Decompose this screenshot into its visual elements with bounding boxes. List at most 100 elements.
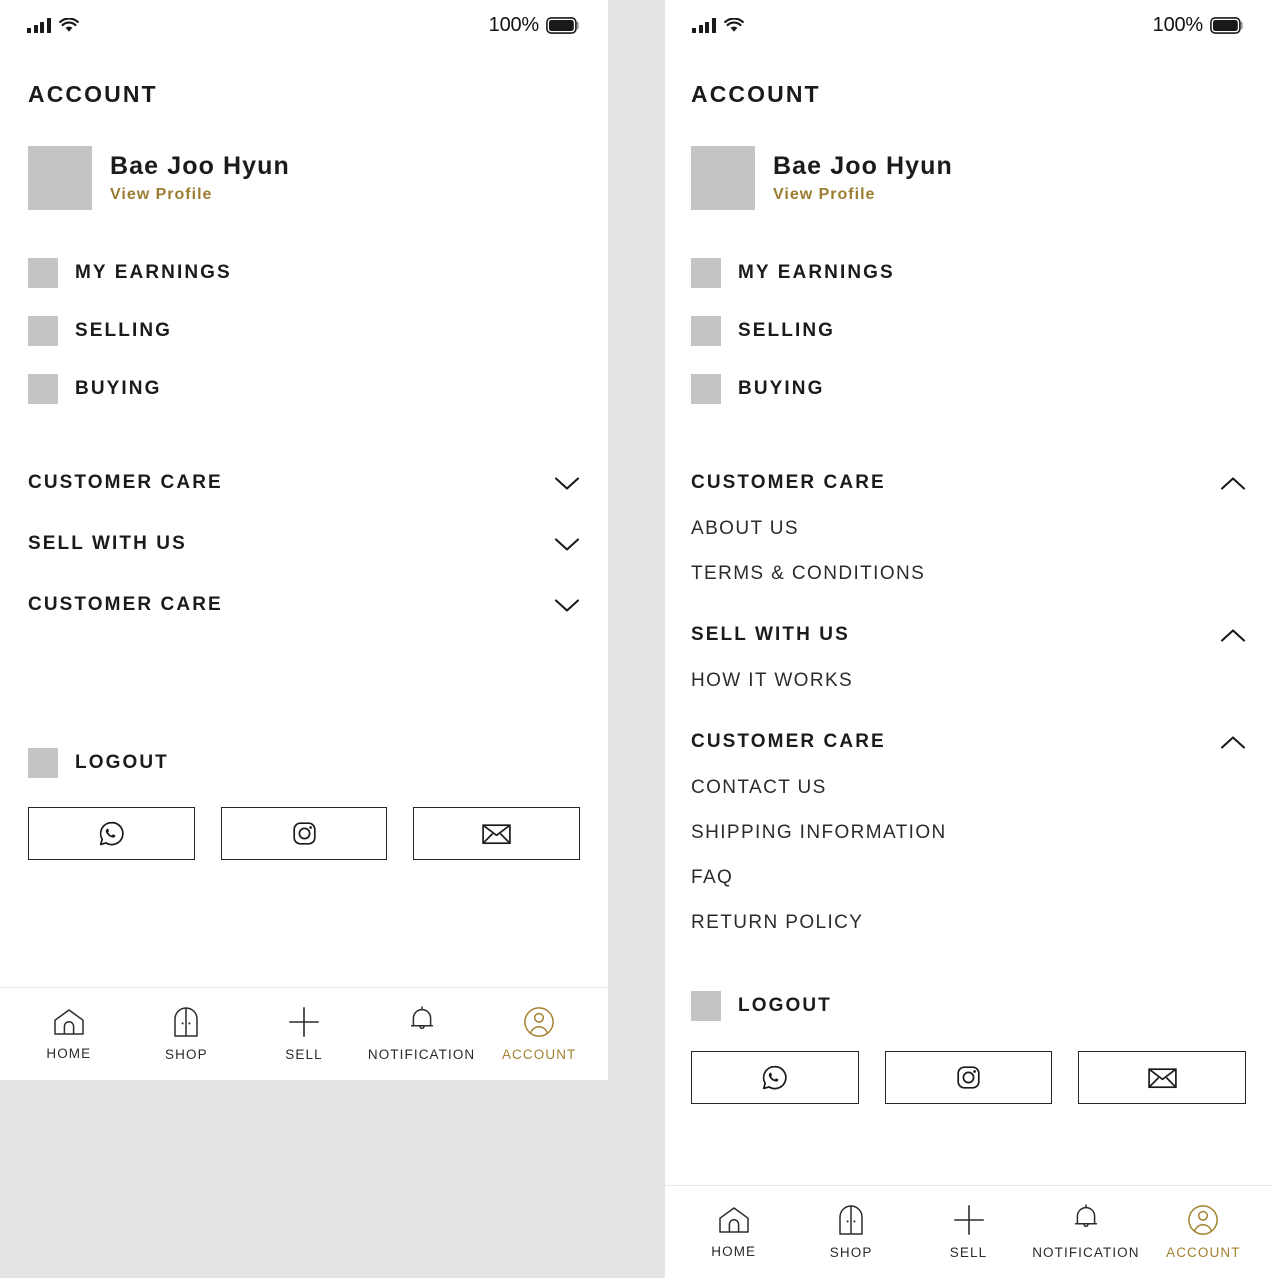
logout-row[interactable]: LOGOUT — [28, 748, 580, 778]
user-circle-icon — [524, 1007, 555, 1037]
tab-sell[interactable]: SELL — [910, 1204, 1027, 1260]
earnings-icon — [691, 258, 721, 288]
chevron-down-icon[interactable] — [554, 476, 580, 491]
chevron-up-icon[interactable] — [1220, 628, 1246, 643]
status-bar-right: 100% — [1153, 14, 1244, 37]
menu-item-my-earnings[interactable]: MY EARNINGS — [28, 258, 580, 288]
accordion-item-about-us[interactable]: ABOUT US — [691, 506, 1246, 551]
accordion-title: CUSTOMER CARE — [691, 731, 886, 752]
chevron-up-icon[interactable] — [1220, 735, 1246, 750]
tab-label: HOME — [46, 1046, 92, 1061]
selling-icon — [691, 316, 721, 346]
menu-item-buying[interactable]: BUYING — [28, 374, 580, 404]
phone-screen-collapsed: 100% ACCOUNT Bae Joo Hyun View Profile M… — [0, 0, 608, 1080]
profile-block: Bae Joo Hyun View Profile — [691, 146, 1246, 210]
email-button[interactable] — [413, 807, 581, 860]
tab-label: NOTIFICATION — [1032, 1245, 1140, 1260]
whatsapp-button[interactable] — [28, 807, 195, 860]
chevron-down-icon[interactable] — [554, 537, 580, 552]
accordion-item-shipping-information[interactable]: SHIPPING INFORMATION — [691, 810, 1246, 855]
status-bar-left — [27, 17, 79, 33]
email-button[interactable] — [1078, 1051, 1247, 1104]
buying-icon — [691, 374, 721, 404]
status-bar-left — [692, 17, 744, 33]
tab-shop[interactable]: SHOP — [128, 1006, 246, 1062]
account-content: ACCOUNT Bae Joo Hyun View Profile MY EAR… — [0, 50, 608, 748]
shop-door-icon — [839, 1205, 863, 1235]
chevron-up-icon[interactable] — [1220, 476, 1246, 491]
accordion-items: CONTACT US SHIPPING INFORMATION FAQ RETU… — [691, 765, 1246, 945]
menu-item-label: BUYING — [738, 378, 825, 399]
accordion-header[interactable]: SELL WITH US — [691, 612, 1246, 658]
buying-icon — [28, 374, 58, 404]
accordion-sell-with-us: SELL WITH US HOW IT WORKS — [691, 612, 1246, 703]
tab-notification[interactable]: NOTIFICATION — [363, 1006, 481, 1062]
profile-name: Bae Joo Hyun — [110, 152, 290, 180]
accordion-title: CUSTOMER CARE — [691, 472, 886, 493]
social-buttons — [691, 1051, 1247, 1104]
tab-account[interactable]: ACCOUNT — [480, 1006, 598, 1062]
bell-icon — [1074, 1204, 1098, 1228]
menu-item-label: MY EARNINGS — [738, 262, 895, 283]
accordion-item-terms-and-conditions[interactable]: TERMS & CONDITIONS — [691, 551, 1246, 596]
instagram-button[interactable] — [884, 1051, 1053, 1104]
chevron-down-icon[interactable] — [554, 598, 580, 613]
bottom-tab-bar: HOME SHOP SELL NOTIFICATION ACCOUNT — [665, 1185, 1272, 1278]
screen-body: ACCOUNT Bae Joo Hyun View Profile MY EAR… — [665, 50, 1272, 1278]
accordion-item-faq[interactable]: FAQ — [691, 855, 1246, 900]
bell-icon — [410, 1006, 433, 1030]
tab-home[interactable]: HOME — [10, 1007, 128, 1061]
tab-label: SELL — [949, 1245, 988, 1260]
accordion-list-expanded: CUSTOMER CARE ABOUT US TERMS & CONDITION… — [691, 460, 1246, 945]
avatar — [691, 146, 755, 210]
instagram-icon — [292, 822, 316, 845]
logout-icon — [28, 748, 58, 778]
logout-label: LOGOUT — [75, 752, 169, 773]
status-bar: 100% — [665, 0, 1272, 50]
bottom-actions: LOGOUT — [0, 748, 608, 987]
accordion-sell-with-us: SELL WITH US — [28, 521, 580, 567]
avatar — [28, 146, 92, 210]
email-icon — [482, 823, 511, 844]
bottom-tab-bar: HOME SHOP SELL NOTIFICATION ACCOUNT — [0, 987, 608, 1080]
battery-full-icon — [1210, 16, 1243, 34]
logout-row[interactable]: LOGOUT — [691, 991, 1246, 1021]
selling-icon — [28, 316, 58, 346]
menu-item-my-earnings[interactable]: MY EARNINGS — [691, 258, 1246, 288]
tab-account[interactable]: ACCOUNT — [1145, 1204, 1262, 1260]
account-content: ACCOUNT Bae Joo Hyun View Profile MY EAR… — [665, 50, 1272, 1185]
email-icon — [1147, 1067, 1177, 1088]
screen-body: ACCOUNT Bae Joo Hyun View Profile MY EAR… — [0, 50, 608, 1080]
accordion-header[interactable]: CUSTOMER CARE — [28, 582, 580, 628]
menu-item-buying[interactable]: BUYING — [691, 374, 1246, 404]
whatsapp-button[interactable] — [691, 1051, 859, 1104]
social-buttons — [28, 807, 581, 860]
accordion-item-return-policy[interactable]: RETURN POLICY — [691, 900, 1246, 945]
view-profile-link[interactable]: View Profile — [773, 186, 953, 204]
accordion-title: SELL WITH US — [28, 533, 187, 554]
tab-label: ACCOUNT — [501, 1047, 577, 1062]
instagram-button[interactable] — [220, 807, 388, 860]
menu-item-selling[interactable]: SELLING — [691, 316, 1246, 346]
home-icon — [54, 1009, 84, 1035]
tab-home[interactable]: HOME — [675, 1205, 792, 1259]
accordion-header[interactable]: CUSTOMER CARE — [691, 460, 1246, 506]
tab-sell[interactable]: SELL — [245, 1006, 363, 1062]
whatsapp-icon — [99, 821, 124, 846]
accordion-header[interactable]: CUSTOMER CARE — [28, 460, 580, 506]
status-bar: 100% — [0, 0, 608, 50]
accordion-header[interactable]: SELL WITH US — [28, 521, 580, 567]
tab-shop[interactable]: SHOP — [792, 1204, 909, 1260]
profile-name: Bae Joo Hyun — [773, 152, 953, 180]
tab-label: NOTIFICATION — [367, 1047, 476, 1062]
profile-text: Bae Joo Hyun View Profile — [773, 152, 953, 204]
accordion-header[interactable]: CUSTOMER CARE — [691, 719, 1246, 765]
view-profile-link[interactable]: View Profile — [110, 186, 290, 204]
menu-item-selling[interactable]: SELLING — [28, 316, 580, 346]
accordion-item-how-it-works[interactable]: HOW IT WORKS — [691, 658, 1246, 703]
plus-icon — [953, 1205, 984, 1235]
tab-label: SHOP — [165, 1047, 208, 1062]
tab-label: HOME — [711, 1244, 757, 1259]
accordion-item-contact-us[interactable]: CONTACT US — [691, 765, 1246, 810]
tab-notification[interactable]: NOTIFICATION — [1027, 1204, 1144, 1260]
